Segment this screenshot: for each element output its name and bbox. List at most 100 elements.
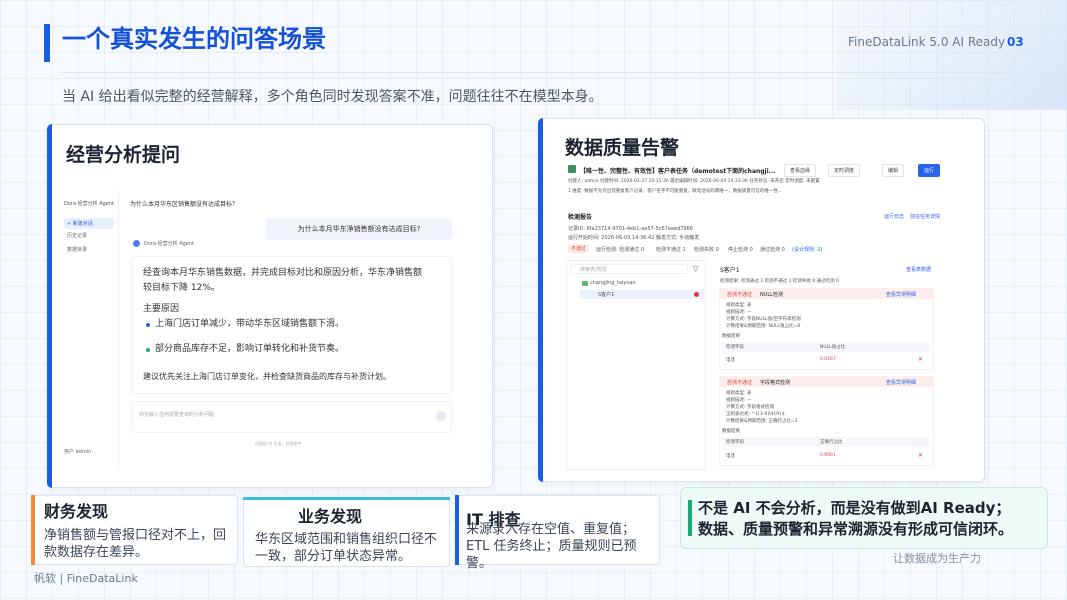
conclusion-text: 不是 AI 不会分析，而是没有做到AI Ready； 数据、质量预警和异常溯源没…: [698, 498, 1013, 540]
rule-1-line: 计算结果&预期范围: NULL值占比=0: [726, 324, 801, 329]
rule-link-1[interactable]: 查看异常明细: [886, 291, 916, 298]
close-icon[interactable]: ✕: [918, 356, 923, 363]
answer-line-1: 经查询本月华东销售数据，并完成目标对比和原因分析，华东净销售额: [143, 268, 423, 278]
rule-2-value: 0.0001: [820, 453, 836, 458]
view-table-data-link[interactable]: 查看表数据: [906, 266, 931, 273]
conclusion-line-1: 不是 AI 不会分析，而是没有做到AI Ready；: [698, 499, 1011, 517]
status-badge: 不通过: [568, 244, 590, 253]
finance-text: 净销售额与管报口径对不上，回款数据存在差异。: [44, 528, 227, 560]
page-subtitle: 当 AI 给出看似完整的经营解释，多个角色同时发现答案不准，问题往往不在模型本身…: [62, 89, 603, 105]
report-label: 检测报告: [568, 214, 593, 221]
send-icon[interactable]: [436, 411, 446, 421]
close-icon[interactable]: ✕: [918, 452, 923, 459]
business-card-accent: [243, 497, 450, 500]
rule-2-line: 正则表达式: ^1[3-9]\d{9}$: [726, 412, 785, 417]
view-lineage-button[interactable]: 查看血缘: [784, 164, 817, 177]
answer-suggestion: 建议优先关注上海门店订单变化，并检查缺货商品的库存与补货计划。: [143, 372, 391, 381]
answer-reason-1: 上海门店订单减少，带动华东区域销售额下滑。: [155, 319, 345, 329]
page-title: 一个真实发生的问答场景: [62, 25, 326, 53]
footer-brand: 帆软 | FineDataLink: [34, 572, 138, 585]
status-error-count: 检测失败 0: [694, 247, 719, 253]
rule-2-group: 数据结果: [722, 429, 740, 434]
rule-name-2: 字段格式检测: [760, 380, 791, 386]
rule-1-line: 计算方式: 字段NULL值/空字符串检测: [726, 317, 801, 322]
task-meta: 创建人: admin 创建时间: 2026-01-27 10:15:36 最近编…: [568, 179, 820, 184]
quality-card-accent: [538, 118, 543, 482]
mock-question-header: 为什么本月华东区销售额没有达成目标？: [130, 201, 239, 208]
answer-line-2: 较目标下降 12%。: [143, 283, 220, 293]
analysis-card-title: 经营分析提问: [66, 144, 181, 166]
answer-reason-2: 部分商品库存不足，影响订单转化和补货节奏。: [155, 344, 345, 354]
task-title: 【唯一性、完整性、有效性】客户表任务（demotest下面的changji...: [580, 168, 776, 175]
rule-1-line: 规则类型: 表: [726, 303, 752, 308]
mock-footer-note: 内容由 AI 生成，仅供参考: [255, 441, 302, 446]
mock-answer-author: Dora 经营分析 Agent: [144, 241, 195, 247]
status-fail-count: 检测不通过 1: [656, 247, 686, 253]
rule-2-field: 电话: [726, 454, 735, 459]
mock-question-bubble: 为什么本月华东净销售额没有达成目标?: [266, 218, 452, 240]
bullet-icon: [146, 323, 150, 327]
rule-2-line: 计算方式: 字段格式检测: [726, 405, 774, 410]
it-card-accent: [455, 495, 459, 565]
brand-label: FineDataLink 5.0 AI Ready: [848, 35, 1006, 49]
tree-search-placeholder: 搜索表/规则: [580, 267, 607, 273]
footer-slogan: 让数据成为生产力: [893, 552, 981, 565]
corner-decoration: [837, 0, 1067, 110]
rule-1-value: 0.0167: [820, 357, 836, 362]
analysis-card-accent: [47, 124, 52, 488]
rule-count-link[interactable]: (设计规则: 2): [792, 246, 822, 253]
tree-db[interactable]: changjing_taiyuan: [590, 280, 636, 286]
status-stop-count: 停止检测 0: [728, 247, 753, 253]
status-pass-count: 运行检测: 检测通过 0: [596, 247, 645, 253]
business-title: 业务发现: [298, 507, 363, 526]
run-button[interactable]: 运行: [918, 164, 941, 177]
rule-link-2[interactable]: 查看异常明细: [886, 379, 916, 386]
it-text: 来源录入存在空值、重复值；ETL 任务终止；质量规则已预警。: [466, 522, 637, 571]
rule-status-1: 检测不通过: [727, 292, 753, 298]
record-id: 记录ID: 6fa23714-9701-4eb1-ae57-5c67eaed79…: [568, 226, 693, 232]
header-divider: [62, 72, 1007, 73]
agent-avatar-icon: [133, 240, 140, 247]
mock-nav-catalog[interactable]: 数据目录: [67, 246, 87, 253]
mock-nav-new-chat[interactable]: + 新建对话: [64, 218, 114, 229]
filter-icon[interactable]: ▽: [693, 265, 698, 273]
rule-1-col-header: 检测字段: [726, 345, 744, 350]
mock-user: 用户 admin: [64, 449, 92, 455]
rule-1-field: 电话: [726, 358, 735, 363]
answer-heading: 主要原因: [143, 304, 180, 314]
mock-agent-name: Dora 经营分析 Agent: [64, 201, 115, 207]
rule-status-2: 检测不通过: [727, 380, 753, 386]
title-accent-bar: [44, 24, 50, 62]
rule-1-line: 规则描述: —: [726, 310, 752, 315]
detail-filters: 检测结果: 检测通过 1 检测不通过 1 检测失败 0 通过检测 0: [720, 279, 839, 284]
run-time: 运行开始时间: 2026-06-03 14:36:42 触发方式: 手动触发: [568, 235, 700, 241]
rule-name-1: NULL检测: [760, 292, 783, 298]
mock-input-placeholder: 你也输入任何需要查询的分析问题: [139, 412, 215, 418]
conclusion-line-2: 数据、质量预警和异常溯源没有形成可信闭环。: [698, 520, 1014, 538]
conclusion-accent: [688, 500, 692, 536]
rule-2-line: 计算结果&预期范围: 正确行占比=1: [726, 419, 798, 424]
run-log-link[interactable]: 运行日志: [884, 213, 904, 220]
status-ok-count: 通过检测 0: [760, 247, 785, 253]
quality-card-title: 数据质量告警: [565, 137, 680, 159]
task-detail-link[interactable]: 前往任务详情: [910, 213, 940, 220]
page-number: 03: [1007, 35, 1024, 49]
finance-card-accent: [31, 495, 35, 565]
edit-button[interactable]: 编辑: [882, 164, 905, 177]
finance-title: 财务发现: [44, 502, 109, 521]
rule-1-val-header: NULL值占比: [820, 345, 846, 350]
error-dot-icon: [694, 292, 699, 297]
tree-table: S客户1: [598, 292, 615, 298]
database-icon: [582, 281, 588, 286]
bullet-icon: [146, 348, 150, 352]
business-text: 华东区域范围和销售组织口径不一致，部分订单状态异常。: [255, 532, 438, 564]
rule-2-line: 规则类型: 表: [726, 391, 752, 396]
task-description: 1.维度: 数据不允许出现重复客户记录，客户名字不可能重复，联电话号码需唯一，数…: [568, 189, 783, 194]
detail-table: S客户1: [720, 267, 740, 274]
mock-nav-history[interactable]: 历史记录: [67, 232, 87, 239]
task-icon: [568, 165, 576, 173]
rule-2-val-header: 正确行占比: [820, 440, 843, 445]
rule-2-col-header: 检测字段: [726, 440, 744, 445]
schedule-button[interactable]: 定时调度: [828, 164, 861, 177]
rule-2-line: 规则描述: —: [726, 398, 752, 403]
